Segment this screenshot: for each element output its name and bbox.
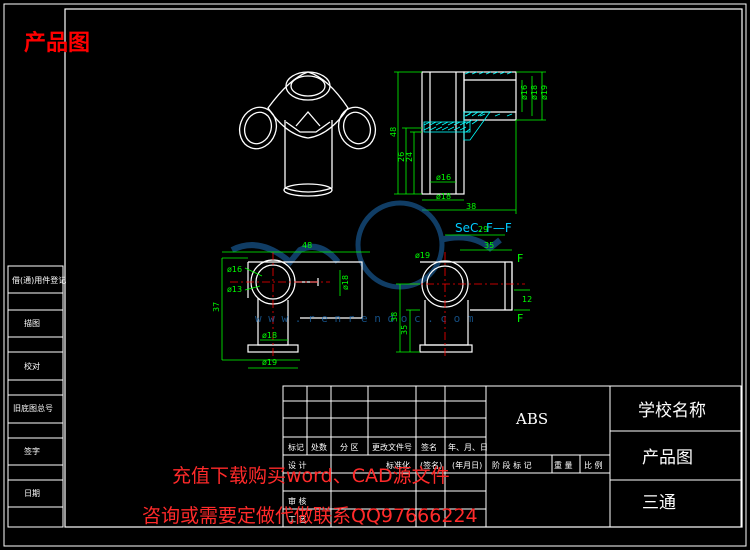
dim-top-phi18-right: ø18 [530, 85, 539, 100]
drawing-name: 产品图 [642, 448, 693, 468]
dim-front-48: 48 [302, 241, 312, 250]
school-name: 学校名称 [638, 401, 706, 421]
stage-header-weight: 重 量 [554, 460, 573, 470]
side-label-signature: 签字 [24, 446, 40, 456]
dim-front-phi16: ø16 [227, 265, 242, 274]
hatch-bend [463, 111, 491, 141]
dim-side-38: 38 [390, 312, 399, 322]
section-view-top: ø16 ø18 ø19 48 26 24 ø16 ø18 38 [389, 71, 549, 214]
watermark-line-1: 充值下载购买word、CAD源文件 [172, 465, 450, 487]
side-label-tracing: 描图 [24, 318, 40, 328]
rev-header-zone: 分 区 [340, 443, 359, 452]
dim-top-phi19-right: ø19 [540, 85, 549, 100]
stage-header-mark: 阶 段 标 记 [492, 460, 532, 470]
rev-header-change-doc: 更改文件号 [372, 442, 412, 452]
watermark-url: w w w . r e n r e n d o c . c o m [255, 312, 474, 325]
dim-top-phi16-bottom: ø16 [436, 173, 451, 182]
watermark-line-2: 咨询或需要定做代做联系QQ97666224 [142, 505, 478, 527]
dim-top-phi16-right: ø16 [520, 85, 529, 100]
dim-side-29: 29 [478, 225, 488, 234]
dim-front-phi18-bottom: ø18 [262, 331, 277, 340]
dim-front-phi19: ø19 [262, 358, 277, 367]
dim-side-phi19: ø19 [415, 251, 430, 260]
rev-header-date: 年、月、日 [448, 442, 488, 452]
side-registration-column [7, 265, 64, 528]
dim-side-35-top: 35 [484, 241, 494, 250]
section-mark-bottom: F [517, 312, 523, 325]
part-name: 三通 [642, 493, 676, 513]
section-mark-top: F [517, 252, 523, 265]
dim-top-48: 48 [389, 127, 398, 137]
dim-side-12: 12 [522, 295, 532, 304]
side-label-proofread: 校对 [24, 361, 40, 371]
side-label-registration: 借(通)用件登记 [12, 275, 66, 285]
dim-side-35: 35 [400, 325, 409, 335]
dim-front-phi18-right: ø18 [341, 275, 350, 290]
material-label: ABS [515, 410, 548, 428]
side-label-date: 日期 [24, 489, 40, 498]
side-view: 29 35 ø19 38 35 12 F F [390, 225, 532, 356]
cad-drawing-sheet: 借(通)用件登记 描图 校对 旧底图总号 签字 日期 产品图 ø16 ø18 ø… [3, 3, 747, 547]
dim-front-phi13: ø13 [227, 285, 242, 294]
rev-header-sign: 签名 [421, 442, 437, 452]
dim-top-phi18-bottom: ø18 [436, 192, 451, 201]
isometric-view [238, 71, 377, 197]
dim-top-38: 38 [466, 202, 476, 211]
date-sign-label: (年月日) [452, 460, 482, 470]
rev-header-count: 处数 [311, 442, 327, 452]
dim-top-24: 24 [405, 152, 414, 162]
dim-front-37: 37 [212, 302, 221, 312]
side-label-old-drawing-number: 旧底图总号 [13, 403, 53, 413]
stage-header-scale: 比 例 [584, 460, 603, 470]
rev-header-mark: 标记 [288, 442, 304, 452]
page-title: 产品图 [24, 31, 90, 56]
